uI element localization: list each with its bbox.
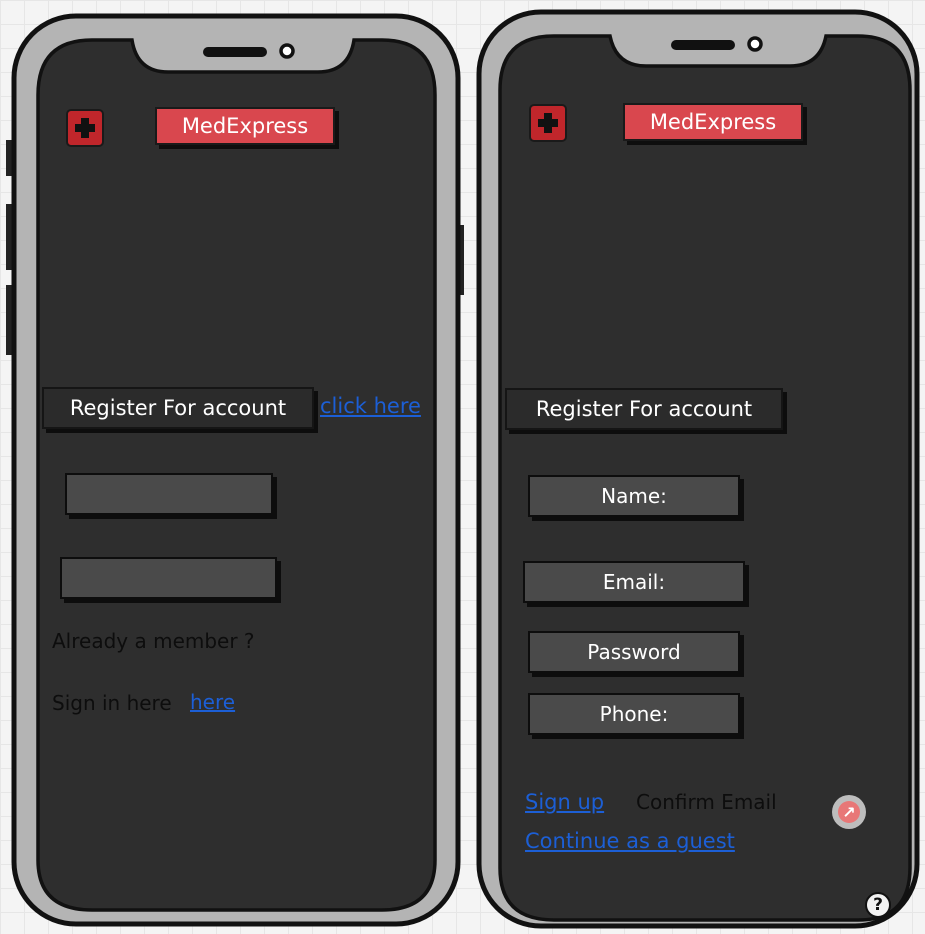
name-field[interactable]: Name: (528, 475, 740, 517)
already-member-text: Already a member ? (52, 629, 255, 653)
confirm-email-text: Confirm Email (636, 790, 777, 814)
sign-in-text: Sign in here (52, 691, 172, 715)
brand-title: MedExpress (155, 107, 335, 145)
register-heading: Register For account (42, 387, 314, 429)
arrow-up-right-icon[interactable]: ↗ (832, 795, 866, 829)
phone-field[interactable]: Phone: (528, 693, 740, 735)
brand-title: MedExpress (623, 103, 803, 141)
input-field-1[interactable] (65, 473, 273, 515)
register-link[interactable]: click here (320, 394, 421, 418)
email-field[interactable]: Email: (523, 561, 745, 603)
register-heading: Register For account (505, 388, 783, 430)
sign-up-link[interactable]: Sign up (525, 790, 604, 814)
medical-cross-icon (66, 109, 104, 147)
phone-left: MedExpress Register For account click he… (0, 0, 470, 934)
sign-in-link[interactable]: here (190, 690, 235, 714)
password-field[interactable]: Password (528, 631, 740, 673)
medical-cross-icon (529, 104, 567, 142)
phone-right: MedExpress Register For account Name: Em… (470, 0, 925, 934)
continue-as-guest-link[interactable]: Continue as a guest (525, 829, 735, 853)
question-mark-icon[interactable]: ? (865, 892, 891, 918)
input-field-2[interactable] (60, 557, 277, 599)
